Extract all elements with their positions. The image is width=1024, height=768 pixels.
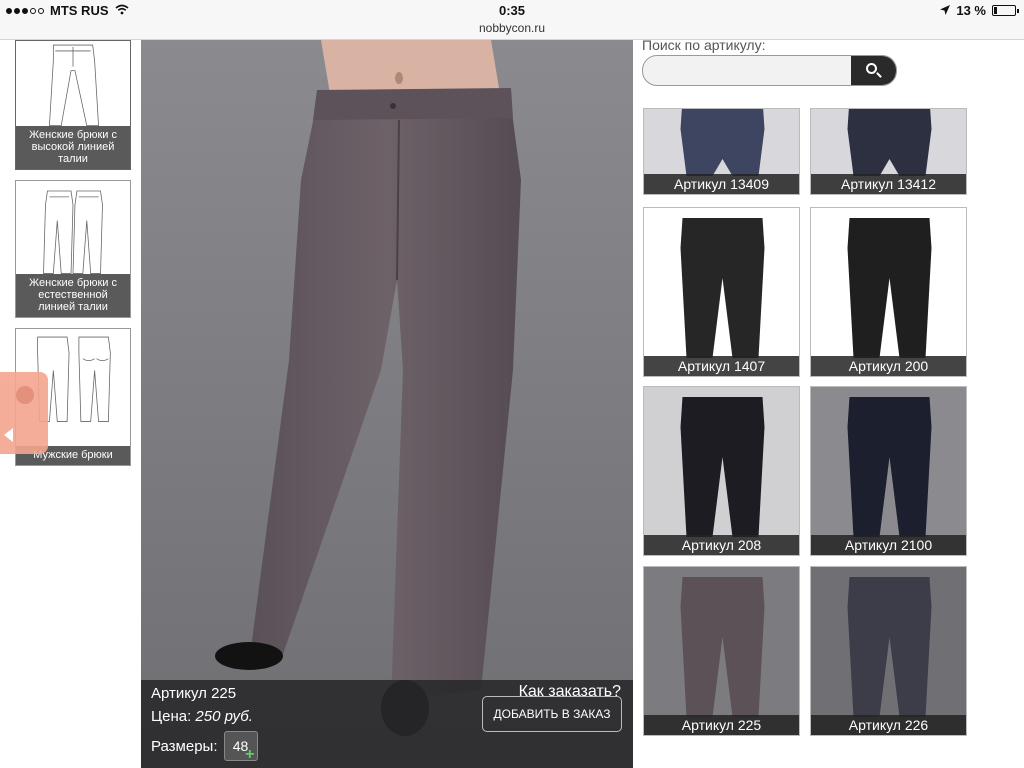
address-bar[interactable]: nobbycon.ru bbox=[0, 21, 1024, 35]
product-card-label: Артикул 13409 bbox=[644, 174, 799, 194]
product-card[interactable]: Артикул 226 bbox=[810, 566, 967, 736]
price-label: Цена: bbox=[151, 708, 192, 725]
trousers-photo bbox=[141, 40, 633, 768]
product-price-row: Цена: 250 руб. bbox=[151, 708, 253, 725]
trousers-shape bbox=[680, 397, 765, 537]
trousers-shape bbox=[847, 397, 932, 537]
product-card[interactable]: Артикул 200 bbox=[810, 207, 967, 377]
trousers-shape bbox=[847, 109, 932, 176]
floating-side-tab[interactable] bbox=[0, 372, 48, 454]
trousers-shape bbox=[847, 218, 932, 358]
product-thumbnail bbox=[847, 397, 932, 537]
price-value: 250 руб. bbox=[195, 708, 253, 725]
add-to-order-button[interactable]: ДОБАВИТЬ В ЗАКАЗ bbox=[482, 696, 622, 732]
catalog-panel: Поиск по артикулу: Артикул 13409 Артикул … bbox=[633, 37, 1024, 768]
status-bar: MTS RUS 0:35 nobbycon.ru 13 % bbox=[0, 0, 1024, 40]
product-thumbnail bbox=[680, 577, 765, 717]
search-button[interactable] bbox=[851, 56, 896, 85]
product-info-bar: Артикул 225 Цена: 250 руб. Размеры: 48 +… bbox=[141, 680, 633, 768]
product-card-label: Артикул 200 bbox=[811, 356, 966, 376]
product-card[interactable]: Артикул 208 bbox=[643, 386, 800, 556]
product-card-label: Артикул 1407 bbox=[644, 356, 799, 376]
product-card[interactable]: Артикул 1407 bbox=[643, 207, 800, 377]
product-card[interactable]: Артикул 13409 bbox=[643, 108, 800, 195]
product-card[interactable]: Артикул 2100 bbox=[810, 386, 967, 556]
product-card-label: Артикул 226 bbox=[811, 715, 966, 735]
product-card-label: Артикул 225 bbox=[644, 715, 799, 735]
product-card[interactable]: Артикул 225 bbox=[643, 566, 800, 736]
product-thumbnail bbox=[847, 577, 932, 717]
battery-percent: 13 % bbox=[956, 3, 986, 18]
location-arrow-icon bbox=[940, 3, 951, 18]
trousers-shape bbox=[847, 577, 932, 717]
product-thumbnail bbox=[847, 218, 932, 358]
product-thumbnail bbox=[680, 397, 765, 537]
category-card-natural-waist[interactable]: Женские брюки с естественной линией тали… bbox=[15, 180, 131, 318]
sizes-label: Размеры: bbox=[151, 737, 218, 755]
product-card-label: Артикул 13412 bbox=[811, 174, 966, 194]
category-card-high-waist[interactable]: Женские брюки с высокой линией талии bbox=[15, 40, 131, 170]
arrow-left-icon bbox=[4, 428, 13, 442]
size-option[interactable]: 48 + bbox=[223, 731, 258, 763]
category-label: Женские брюки с естественной линией тали… bbox=[16, 274, 130, 317]
sizes-row: Размеры: 48 + bbox=[151, 731, 258, 763]
battery-icon bbox=[992, 5, 1019, 16]
search-input[interactable] bbox=[643, 56, 853, 85]
product-main-photo[interactable] bbox=[141, 40, 633, 768]
consultant-avatar-icon bbox=[16, 386, 34, 404]
trousers-shape bbox=[680, 109, 765, 176]
trousers-shape bbox=[680, 577, 765, 717]
trousers-shape bbox=[680, 218, 765, 358]
battery-level bbox=[994, 7, 997, 14]
category-sidebar: Женские брюки с высокой линией талии Жен… bbox=[0, 40, 140, 768]
search-label: Поиск по артикулу: bbox=[642, 37, 766, 53]
product-article: Артикул 225 bbox=[151, 685, 237, 702]
product-thumbnail bbox=[680, 218, 765, 358]
clock: 0:35 bbox=[498, 3, 526, 18]
product-card[interactable]: Артикул 13412 bbox=[810, 108, 967, 195]
search-box bbox=[642, 55, 897, 86]
search-icon bbox=[866, 63, 877, 74]
category-label: Женские брюки с высокой линией талии bbox=[16, 126, 130, 169]
product-card-label: Артикул 2100 bbox=[811, 535, 966, 555]
status-right: 13 % bbox=[940, 3, 1019, 18]
product-card-label: Артикул 208 bbox=[644, 535, 799, 555]
plus-icon: + bbox=[245, 746, 255, 763]
